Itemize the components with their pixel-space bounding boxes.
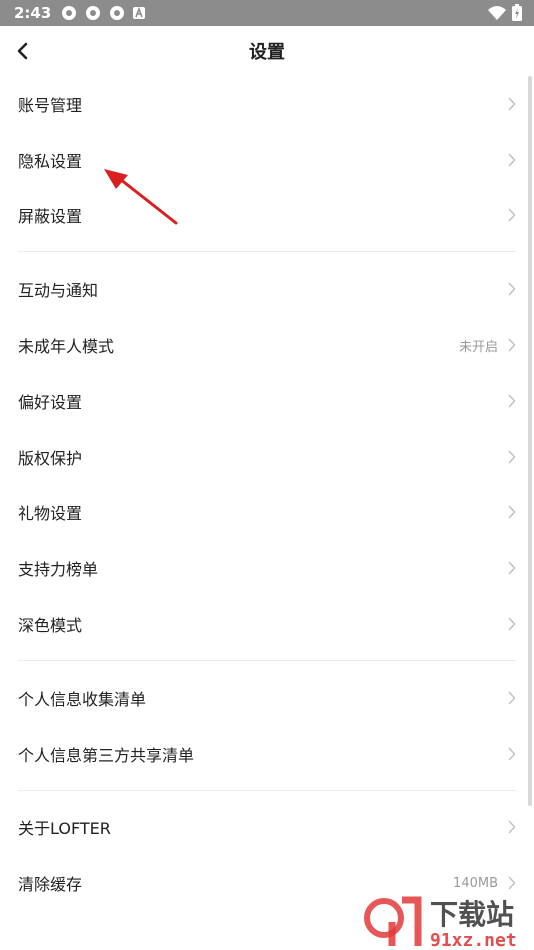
chevron-right-icon xyxy=(508,561,516,575)
settings-row-label: 账号管理 xyxy=(18,95,83,115)
chevron-right-icon xyxy=(508,876,516,890)
app-notification-icon xyxy=(110,6,125,20)
section-divider xyxy=(0,243,534,261)
settings-row-label: 版权保护 xyxy=(18,448,83,468)
settings-row[interactable]: 版权保护 xyxy=(0,429,534,485)
chevron-right-icon xyxy=(508,617,516,631)
settings-row[interactable]: 账号管理 xyxy=(0,76,534,132)
settings-row[interactable]: 个人信息第三方共享清单 xyxy=(0,726,534,782)
annotation-arrow-icon xyxy=(104,169,178,225)
settings-row[interactable]: 个人信息收集清单 xyxy=(0,670,534,726)
chevron-right-icon xyxy=(508,97,516,111)
settings-row[interactable]: 深色模式 xyxy=(0,596,534,652)
status-right xyxy=(488,4,522,21)
chevron-right-icon xyxy=(508,209,516,222)
settings-row[interactable]: 未成年人模式 未开启 xyxy=(0,317,534,373)
chevron-right-icon xyxy=(508,153,516,166)
settings-row-label: 屏蔽设置 xyxy=(18,207,83,227)
nav-bar: 设置 xyxy=(0,26,534,76)
chevron-right-icon xyxy=(508,747,516,760)
notification-icons xyxy=(61,5,146,21)
watermark-brand: 下载站 xyxy=(430,898,514,931)
settings-row-label: 互动与通知 xyxy=(18,281,99,301)
settings-row[interactable]: 支持力榜单 xyxy=(0,540,534,596)
watermark-site: 91xz.net xyxy=(430,930,517,948)
settings-row[interactable]: 互动与通知 xyxy=(0,261,534,317)
battery-icon xyxy=(512,4,522,21)
settings-row-label: 个人信息第三方共享清单 xyxy=(18,745,195,765)
settings-row-label: 未成年人模式 xyxy=(18,337,115,357)
chevron-right-icon xyxy=(508,450,516,463)
watermark-mark-icon xyxy=(364,896,422,946)
settings-row[interactable]: 偏好设置 xyxy=(0,373,534,429)
settings-row-label: 礼物设置 xyxy=(18,504,83,524)
app-notification-icon xyxy=(133,7,146,19)
chevron-right-icon xyxy=(508,821,516,834)
settings-row[interactable]: 礼物设置 xyxy=(0,485,534,541)
back-arrow-icon[interactable] xyxy=(12,38,36,64)
watermark-logo: 下载站 91xz.net xyxy=(364,896,517,948)
chevron-right-icon xyxy=(508,394,516,408)
chevron-right-icon xyxy=(508,282,516,296)
settings-row[interactable]: 关于LOFTER xyxy=(0,800,534,856)
settings-row-label: 关于LOFTER xyxy=(18,819,111,839)
settings-row[interactable]: 隐私设置 xyxy=(0,132,534,188)
settings-row-label: 深色模式 xyxy=(18,616,83,636)
wifi-icon xyxy=(488,5,506,20)
status-bar: 2:43 xyxy=(0,0,534,26)
status-time: 2:43 xyxy=(14,4,52,22)
section-divider xyxy=(0,782,534,800)
settings-row-label: 个人信息收集清单 xyxy=(18,689,147,709)
settings-row-label: 偏好设置 xyxy=(18,392,83,412)
app-notification-icon xyxy=(86,6,101,20)
settings-row-value: 140MB xyxy=(453,875,498,891)
settings-row-label: 支持力榜单 xyxy=(18,560,99,580)
settings-list: 账号管理隐私设置屏蔽设置互动与通知未成年人模式 未开启偏好设置版权保护礼物设置支持… xyxy=(0,76,534,911)
scrollbar[interactable] xyxy=(528,76,532,806)
chevron-right-icon xyxy=(508,338,516,352)
settings-row[interactable]: 屏蔽设置 xyxy=(0,188,534,244)
app-notification-icon xyxy=(62,6,77,20)
page-title: 设置 xyxy=(249,42,285,63)
chevron-right-icon xyxy=(508,691,516,705)
chevron-right-icon xyxy=(508,506,516,519)
section-divider xyxy=(0,652,534,670)
settings-row-value: 未开启 xyxy=(458,339,498,355)
settings-row-label: 隐私设置 xyxy=(18,151,83,171)
